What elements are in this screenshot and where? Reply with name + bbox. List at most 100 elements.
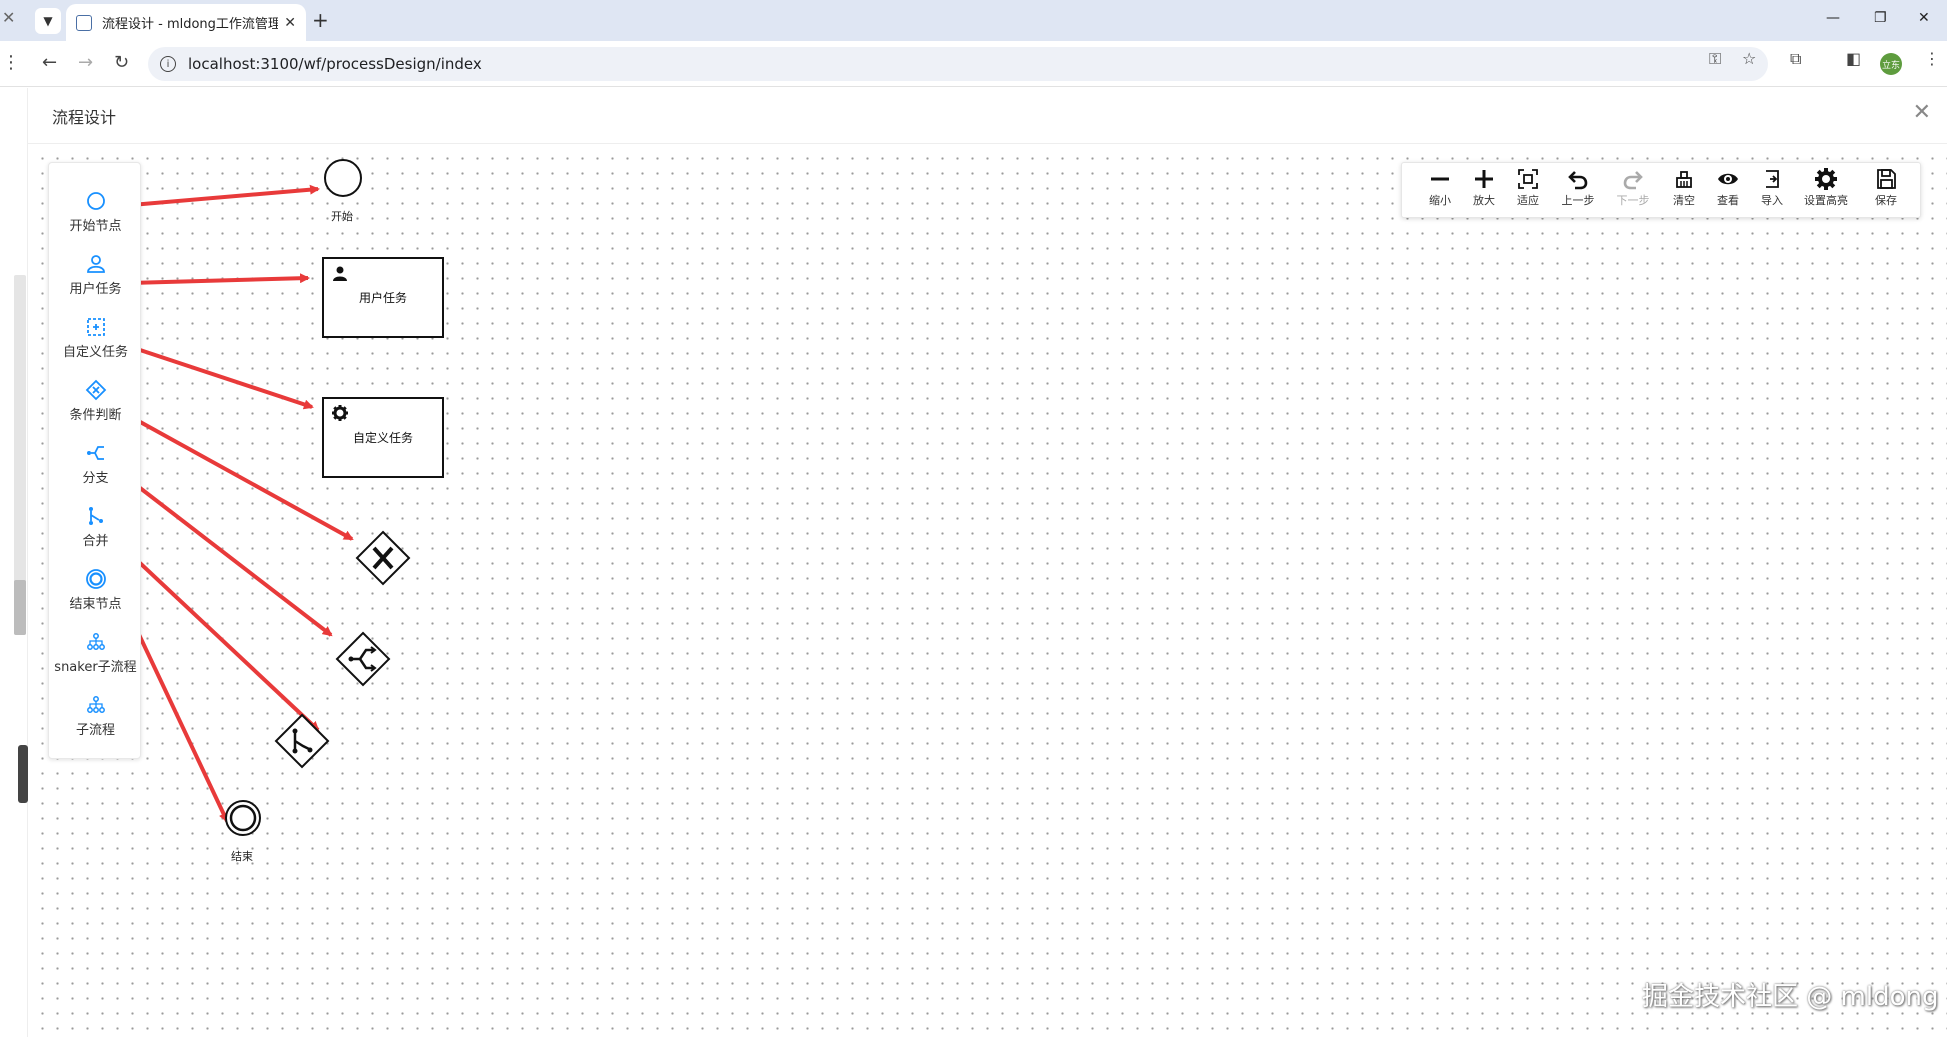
palette-item-end[interactable]: 结束节点: [49, 567, 142, 627]
extensions-icon[interactable]: ⧉: [1790, 49, 1801, 69]
palette-item-subprocess[interactable]: 子流程: [49, 693, 142, 753]
plus-icon: [1475, 170, 1493, 188]
watermark: 掘金技术社区 @ mldong: [1642, 982, 1939, 1012]
redo-icon: [1623, 171, 1643, 190]
user-task-label: 用户任务: [358, 291, 407, 305]
fit-label: 适应: [1517, 194, 1539, 207]
redo-button[interactable]: 下一步: [1608, 167, 1658, 215]
fit-button[interactable]: 适应: [1503, 167, 1553, 215]
tab-search-button[interactable]: ▼: [35, 8, 61, 34]
minimize-icon[interactable]: —: [1826, 10, 1840, 26]
save-button[interactable]: 保存: [1861, 167, 1911, 215]
palette-item-decision[interactable]: 条件判断: [49, 378, 142, 438]
fit-icon: [1518, 169, 1538, 189]
view-label: 查看: [1717, 194, 1739, 207]
subprocess-icon: [86, 633, 105, 650]
highlight-label: 设置高亮: [1804, 194, 1848, 207]
browser-address-bar: ⋮ ← → ↻ i localhost:3100/wf/processDesig…: [0, 41, 1947, 87]
zoom-in-label: 放大: [1473, 194, 1495, 207]
palette-item-start[interactable]: 开始节点: [49, 189, 142, 249]
palette-item-label: 开始节点: [69, 219, 122, 234]
palette-item-label: 用户任务: [69, 282, 122, 297]
end-circle-icon: [85, 569, 106, 589]
zoom-out-button[interactable]: 缩小: [1415, 167, 1465, 215]
save-label: 保存: [1875, 194, 1897, 207]
avatar[interactable]: 立东: [1880, 53, 1902, 75]
sidebar-icon[interactable]: ◧: [1846, 49, 1861, 68]
subprocess-icon: [86, 696, 105, 713]
gear-icon: [1815, 168, 1837, 190]
left-scrollbar-thumb[interactable]: [14, 580, 26, 635]
view-button[interactable]: 查看: [1703, 167, 1753, 215]
palette-item-label: 自定义任务: [62, 345, 128, 360]
node-palette: 开始节点 用户任务 自定义任务 条件判断 分支 合并 结束节点 snaker子流…: [48, 162, 141, 759]
palette-item-fork[interactable]: 分支: [49, 441, 142, 501]
end-node-label: 结束: [231, 850, 253, 863]
import-icon: [1766, 170, 1779, 188]
zoom-out-label: 缩小: [1429, 194, 1451, 207]
highlight-settings-button[interactable]: 设置高亮: [1796, 167, 1856, 215]
zoom-in-button[interactable]: 放大: [1459, 167, 1509, 215]
minus-icon: [1431, 177, 1449, 181]
palette-item-label: 分支: [82, 471, 109, 486]
palette-item-snaker-subprocess[interactable]: snaker子流程: [49, 630, 142, 690]
key-icon[interactable]: ⚿: [1709, 49, 1721, 69]
url-bar[interactable]: i localhost:3100/wf/processDesign/index: [148, 47, 1768, 81]
forward-icon[interactable]: →: [78, 52, 93, 73]
undo-button[interactable]: 上一步: [1553, 167, 1603, 215]
user-task-node[interactable]: 用户任务: [322, 257, 444, 338]
back-icon[interactable]: ←: [42, 52, 57, 73]
clear-icon: [1676, 171, 1692, 188]
redo-label: 下一步: [1616, 194, 1650, 207]
palette-item-label: 条件判断: [69, 408, 122, 423]
star-icon[interactable]: ☆: [1742, 49, 1756, 68]
gear-icon: [332, 405, 348, 421]
start-node-label: 开始: [331, 210, 353, 223]
decision-icon: [85, 379, 106, 401]
palette-item-label: snaker子流程: [54, 660, 137, 675]
import-button[interactable]: 导入: [1747, 167, 1797, 215]
reload-icon[interactable]: ↻: [114, 52, 129, 73]
palette-item-custom-task[interactable]: 自定义任务: [49, 315, 142, 375]
site-info-icon[interactable]: i: [160, 56, 176, 72]
menu-dots-icon[interactable]: ⋮: [2, 52, 20, 73]
tab-close-icon[interactable]: ✕: [284, 15, 296, 31]
url-text: localhost:3100/wf/processDesign/index: [188, 55, 482, 73]
palette-item-user-task[interactable]: 用户任务: [49, 252, 142, 312]
clear-label: 清空: [1673, 194, 1695, 207]
tab-title: 流程设计 - mldong工作流管理: [102, 17, 279, 32]
page-header: 流程设计 ✕: [28, 88, 1947, 144]
import-label: 导入: [1761, 194, 1783, 207]
favicon-icon: [76, 14, 92, 31]
custom-task-icon: [86, 318, 105, 336]
new-tab-icon[interactable]: +: [312, 8, 329, 32]
canvas-toolbar: 缩小 放大 适应 上一步 下一步 清空 查看 导入 设置高亮 保存: [1401, 162, 1921, 218]
browser-menu-icon[interactable]: ⋮: [1924, 49, 1940, 68]
palette-item-label: 合并: [82, 534, 109, 549]
fork-icon: [86, 446, 104, 460]
custom-task-node[interactable]: 自定义任务: [322, 397, 444, 478]
clear-button[interactable]: 清空: [1659, 167, 1709, 215]
design-canvas[interactable]: [29, 145, 1947, 1037]
palette-item-join[interactable]: 合并: [49, 504, 142, 564]
eye-icon: [1718, 173, 1738, 185]
browser-tab-bar: ✕ ▼ 流程设计 - mldong工作流管理 ✕ + — ❐ ✕: [0, 0, 1947, 41]
circle-icon: [86, 192, 105, 210]
restore-icon[interactable]: ❐: [1874, 10, 1887, 26]
save-icon: [1877, 169, 1896, 189]
palette-item-label: 结束节点: [69, 597, 122, 612]
browser-tab-active[interactable]: 流程设计 - mldong工作流管理 ✕: [66, 4, 306, 41]
window-close-icon[interactable]: ✕: [1918, 10, 1930, 26]
user-icon: [86, 255, 105, 273]
custom-task-label: 自定义任务: [352, 431, 413, 445]
page-title: 流程设计: [52, 108, 117, 127]
drag-handle[interactable]: [18, 745, 28, 803]
close-icon[interactable]: ✕: [1913, 100, 1931, 125]
user-icon: [333, 266, 347, 281]
close-icon[interactable]: ✕: [2, 8, 15, 27]
undo-icon: [1568, 171, 1588, 190]
undo-label: 上一步: [1561, 194, 1595, 207]
chevron-down-icon: ▼: [43, 14, 53, 28]
palette-item-label: 子流程: [75, 723, 115, 738]
join-icon: [88, 507, 103, 525]
